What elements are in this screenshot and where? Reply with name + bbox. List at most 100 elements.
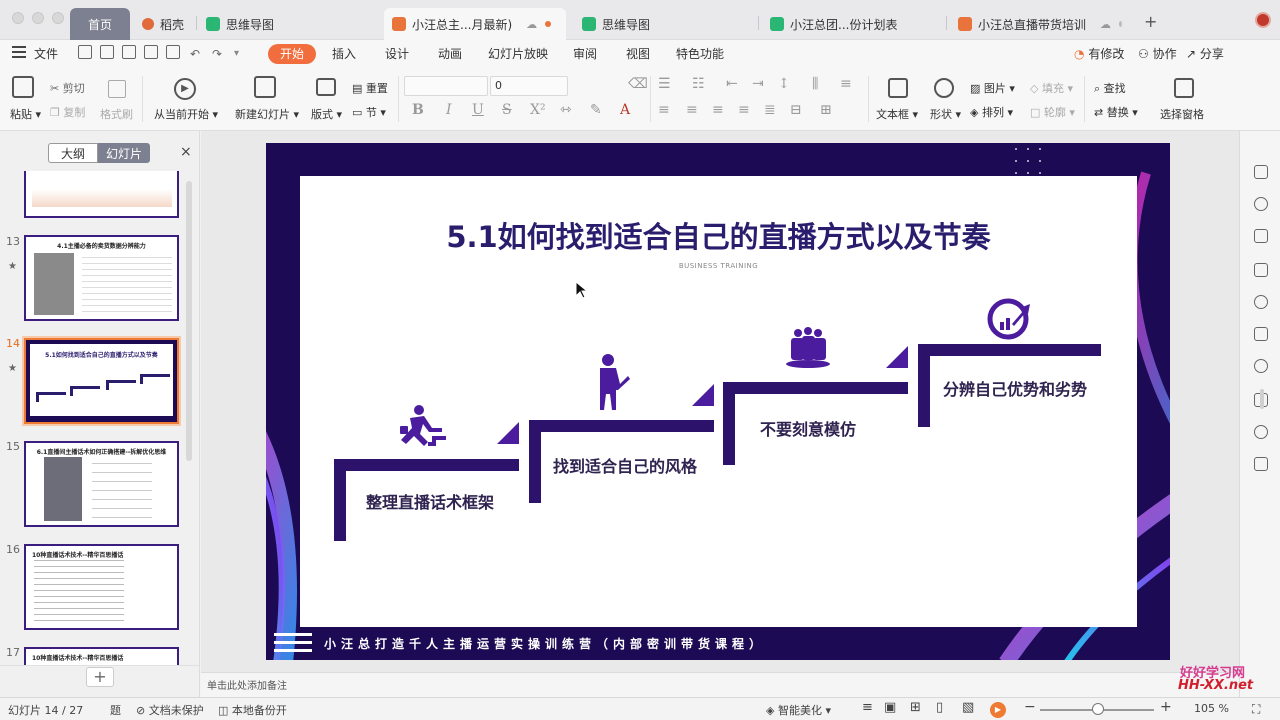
tab-home[interactable]: 首页 [70, 8, 130, 40]
underline-icon[interactable]: U [472, 102, 484, 118]
sidebar-animation-icon[interactable] [1254, 263, 1268, 277]
menu-tab-slideshow[interactable]: 幻灯片放映 [488, 44, 548, 64]
strikethrough-icon[interactable]: S [502, 102, 512, 118]
hamburger-icon[interactable] [12, 46, 26, 58]
clear-format-icon[interactable]: ⌫ [628, 76, 648, 92]
menu-tab-start[interactable]: 开始 [268, 44, 317, 64]
reset-button[interactable]: ▤ 重置 [352, 80, 388, 96]
replace-button[interactable]: ⇄ 替换 ▾ [1094, 104, 1138, 120]
menu-tab-insert[interactable]: 插入 [332, 44, 356, 64]
slide-thumbnail-12[interactable] [24, 171, 179, 218]
current-slide[interactable]: 5.1如何找到适合自己的直播方式以及节奏 BUSINESS TRAINING 整… [266, 143, 1170, 660]
bullet-list-icon[interactable]: ☰ [658, 76, 671, 92]
slide-sorter-icon[interactable]: ⊞ [910, 700, 921, 715]
shape-icon[interactable] [934, 78, 954, 98]
smartart-icon[interactable]: ⊞ [820, 102, 832, 118]
slide-footer-text[interactable]: 小汪总打造千人主播运营实操训练营（内部密训带货课程） [324, 635, 766, 652]
sidebar-fill-icon[interactable] [1254, 229, 1268, 243]
modified-button[interactable]: ◔ 有修改 [1074, 44, 1124, 64]
redo-icon[interactable]: ↷ [212, 44, 222, 64]
tab-docer[interactable]: 稻壳 [134, 8, 194, 40]
outline-tab[interactable]: 大纲 [48, 143, 98, 163]
fill-button[interactable]: ◇ 填充 ▾ [1030, 80, 1073, 96]
add-slide-button[interactable]: + [86, 667, 114, 687]
menu-tab-special[interactable]: 特色功能 [676, 44, 724, 64]
shape-button[interactable]: 形状 ▾ [930, 106, 961, 122]
sidebar-image-icon[interactable] [1254, 457, 1268, 471]
align-center-icon[interactable]: ≡ [686, 102, 698, 118]
fit-window-icon[interactable]: ⛶ [1252, 702, 1260, 717]
sidebar-style-icon[interactable] [1254, 197, 1268, 211]
notes-area[interactable]: 单击此处添加备注 [201, 672, 1239, 697]
step-3-text[interactable]: 不要刻意模仿 [760, 416, 856, 440]
sidebar-shape-icon[interactable] [1254, 295, 1268, 309]
zoom-in-button[interactable]: + [1160, 699, 1172, 715]
tab-current-ppt[interactable]: 小汪总主...月最新) ☁ [384, 8, 566, 40]
increase-indent-icon[interactable]: ⇥ [752, 76, 764, 92]
panel-scrollbar[interactable] [186, 181, 192, 461]
doc-protection-status[interactable]: ⊘ 文档未保护 [136, 702, 204, 718]
open-icon[interactable] [78, 45, 92, 59]
numbered-list-icon[interactable]: ☷ [692, 76, 705, 92]
layout-button[interactable]: 版式 ▾ [311, 106, 342, 122]
slide-thumbnail-13[interactable]: 4.1主播必备的卖货数据分辨能力 [24, 235, 179, 321]
reading-view-icon[interactable]: ▯ [936, 700, 943, 715]
align-left-icon[interactable]: ≡ [658, 102, 670, 118]
new-slide-button[interactable]: 新建幻灯片 ▾ [235, 106, 299, 122]
tab-mindmap-2[interactable]: 思维导图 [574, 8, 754, 40]
superscript-icon[interactable]: X² [530, 102, 546, 118]
play-slideshow-button[interactable]: ▶ [990, 702, 1006, 718]
close-panel-button[interactable]: × [180, 144, 192, 160]
text-box-icon[interactable] [888, 78, 908, 98]
slide-thumbnail-14[interactable]: 5.1如何找到适合自己的直播方式以及节奏 [22, 336, 181, 426]
menu-tab-review[interactable]: 审阅 [573, 44, 597, 64]
step-2-text[interactable]: 找到适合自己的风格 [553, 453, 697, 477]
column-icon[interactable]: ⫼ [812, 76, 818, 92]
font-family-combo[interactable] [404, 76, 488, 96]
normal-view-icon[interactable]: ▣ [884, 700, 896, 715]
window-minimize-button[interactable] [32, 12, 44, 24]
section-button[interactable]: ▭ 节 ▾ [352, 104, 386, 120]
avatar[interactable] [1255, 12, 1271, 28]
local-backup-status[interactable]: ◫ 本地备份开 [218, 702, 287, 718]
zoom-level[interactable]: 105 % [1194, 702, 1229, 715]
select-pane-button[interactable]: 选择窗格 [1160, 106, 1204, 122]
font-color-icon[interactable]: A [620, 102, 630, 118]
select-pane-icon[interactable] [1174, 78, 1194, 98]
highlight-icon[interactable]: ✎ [590, 102, 602, 118]
notes-toggle-icon[interactable]: ≡ [862, 700, 873, 715]
paste-button[interactable]: 粘贴 ▾ [10, 106, 41, 122]
font-size-combo[interactable]: 0 [490, 76, 568, 96]
file-menu[interactable]: 文件 [34, 44, 58, 64]
decrease-indent-icon[interactable]: ⇤ [726, 76, 738, 92]
slide-thumbnail-17[interactable]: 10种直播话术技术--精华百思播话 [24, 647, 179, 665]
justify-icon[interactable]: ≡ [738, 102, 750, 118]
zoom-out-button[interactable]: − [1024, 699, 1036, 715]
tab-training-ppt[interactable]: 小汪总直播带货培训 ☁ [950, 8, 1130, 40]
export-icon[interactable] [122, 45, 136, 59]
save-icon[interactable] [100, 45, 114, 59]
bold-icon[interactable]: B [412, 102, 424, 118]
outline-button[interactable]: □ 轮廓 ▾ [1030, 104, 1075, 120]
find-button[interactable]: ⌕ 查找 [1094, 80, 1126, 96]
sidebar-history-icon[interactable] [1254, 425, 1268, 439]
italic-icon[interactable]: I [446, 102, 452, 118]
align-right-icon[interactable]: ≡ [712, 102, 724, 118]
distributed-icon[interactable]: ≣ [764, 102, 776, 118]
paste-icon[interactable] [12, 76, 34, 98]
undo-icon[interactable]: ↶ [190, 44, 200, 64]
tab-spreadsheet[interactable]: 小汪总团...份计划表 [762, 8, 942, 40]
menu-tab-animation[interactable]: 动画 [438, 44, 462, 64]
share-button[interactable]: ↗ 分享 [1186, 44, 1224, 64]
slide-thumbnail-16[interactable]: 10种直播话术技术--精华百思播话 [24, 544, 179, 630]
arrange-button[interactable]: ◈ 排列 ▾ [970, 104, 1013, 120]
play-icon[interactable]: ▶ [174, 78, 196, 100]
slide-thumbnail-15[interactable]: 6.1直播间主播话术如何正确搭建--拆解优化思维 [24, 441, 179, 527]
slides-tab[interactable]: 幻灯片 [98, 143, 150, 163]
window-close-button[interactable] [12, 12, 24, 24]
char-spacing-icon[interactable]: ⇿ [560, 102, 572, 118]
print-preview-icon[interactable] [166, 45, 180, 59]
format-painter-button[interactable]: 格式刷 [100, 106, 133, 122]
new-slide-icon[interactable] [254, 76, 276, 98]
picture-button[interactable]: ▨ 图片 ▾ [970, 80, 1015, 96]
